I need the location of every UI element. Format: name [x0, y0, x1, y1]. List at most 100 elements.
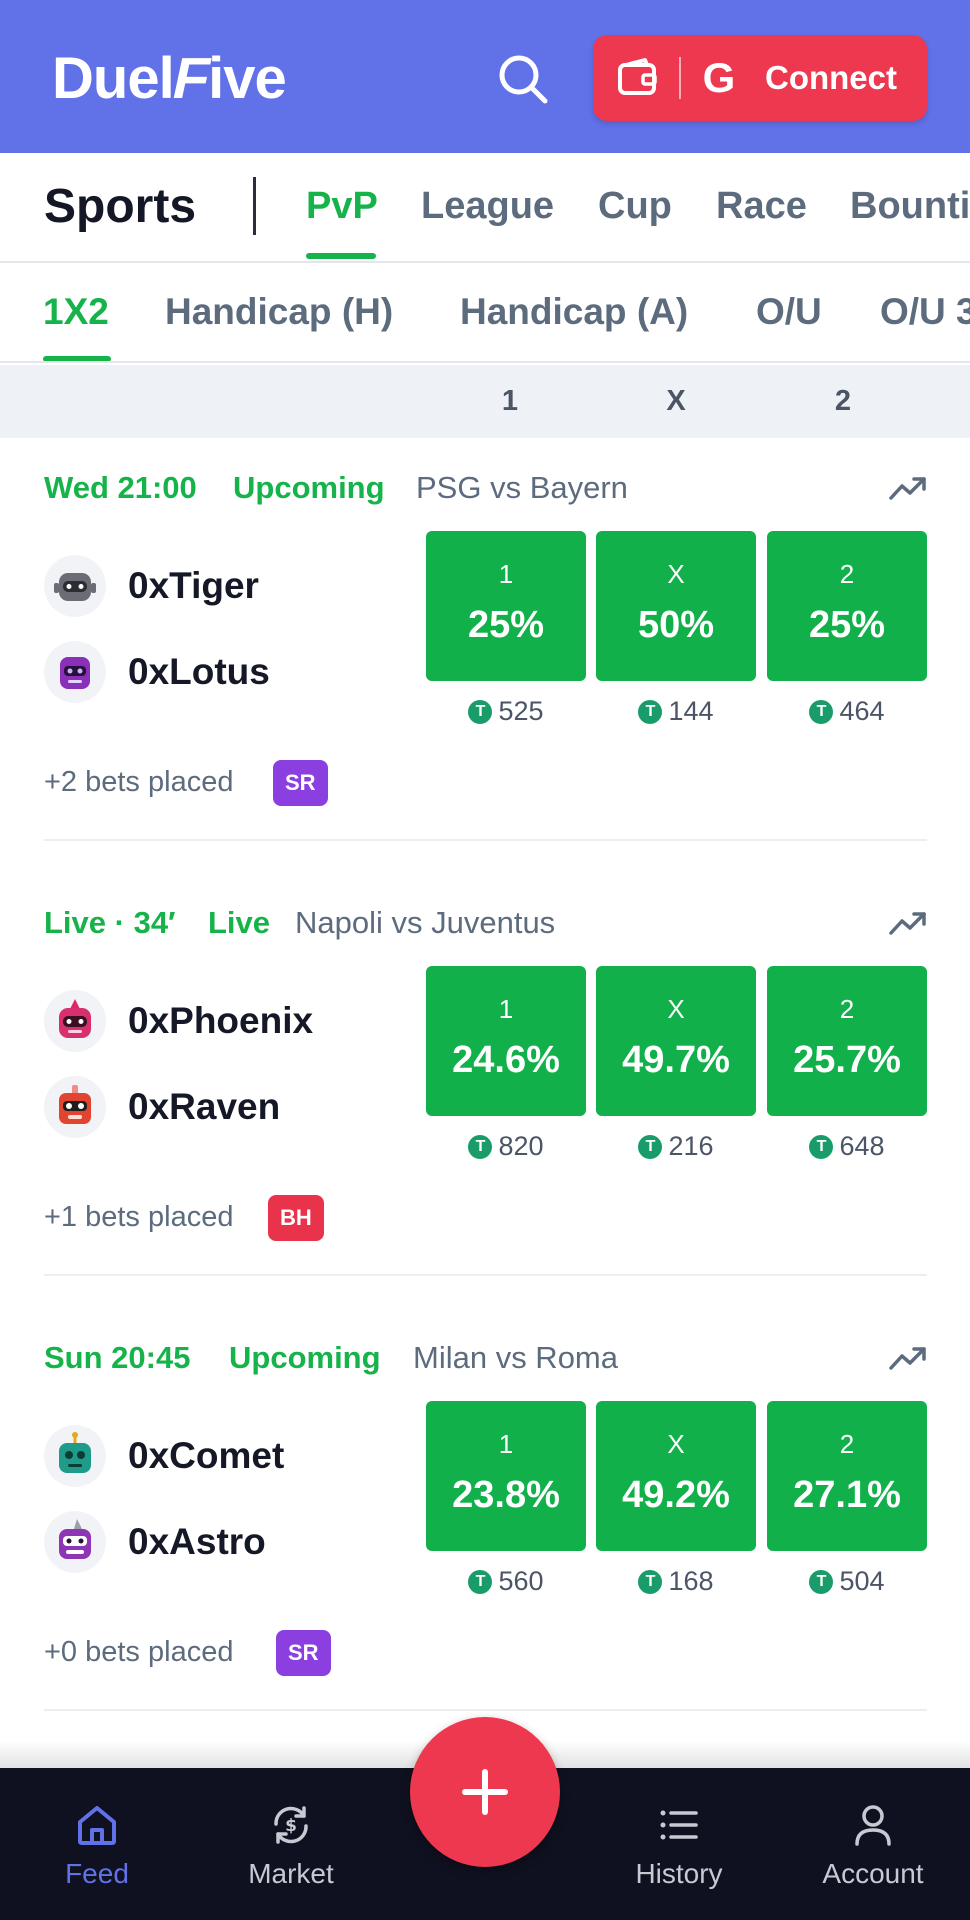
add-button[interactable]	[410, 1717, 560, 1867]
tab-ou[interactable]: O/U	[756, 291, 822, 333]
active-market-indicator	[43, 356, 111, 361]
search-icon[interactable]	[496, 52, 550, 106]
match-card[interactable]: Sun 20:45 Upcoming Milan vs Roma 0xComet…	[0, 1308, 970, 1743]
nav-history[interactable]: History	[599, 1802, 759, 1890]
match-state: Live	[208, 905, 271, 940]
player-row[interactable]: 0xComet	[44, 1424, 284, 1488]
stake-amount: T 504	[767, 1566, 927, 1597]
odds-button[interactable]: 1 25%	[426, 531, 586, 681]
svg-text:$: $	[285, 1816, 297, 1836]
player-row[interactable]: 0xAstro	[44, 1510, 266, 1574]
provider-badge: BH	[268, 1195, 324, 1241]
trending-icon[interactable]	[888, 905, 928, 941]
stake-amount: T 144	[596, 696, 756, 727]
connect-label: Connect	[765, 59, 897, 96]
tab-bounties[interactable]: Bounti	[850, 185, 970, 228]
plus-icon	[462, 1769, 508, 1815]
robot-avatar-icon	[44, 1511, 106, 1573]
tether-coin-icon: T	[809, 699, 834, 724]
column-2: 2	[834, 385, 852, 417]
player-name: 0xRaven	[128, 1086, 281, 1127]
stake-amount: T 648	[767, 1131, 927, 1162]
match-state: Upcoming	[233, 470, 385, 505]
trending-icon[interactable]	[888, 1340, 928, 1376]
match-card[interactable]: Wed 21:00 Upcoming PSG vs Bayern 0xTiger…	[0, 438, 970, 873]
app-header: Duel Five G Connect	[0, 0, 970, 153]
tab-race[interactable]: Race	[716, 185, 807, 228]
tether-coin-icon: T	[809, 1569, 834, 1594]
tether-coin-icon: T	[638, 1134, 663, 1159]
connect-button[interactable]: G Connect	[593, 35, 927, 121]
robot-avatar-icon	[44, 1076, 106, 1138]
bets-placed: +2 bets placed	[44, 766, 234, 798]
match-teams: Milan vs Roma	[413, 1340, 618, 1375]
bets-placed: +0 bets placed	[44, 1636, 234, 1668]
connect-separator	[679, 57, 681, 99]
player-name: 0xLotus	[128, 651, 270, 692]
match-card[interactable]: Live · 34′ Live Napoli vs Juventus 0xPho…	[0, 873, 970, 1308]
market-tabs: 1X2 Handicap (H) Handicap (A) O/U O/U 3	[0, 265, 970, 363]
column-1: 1	[501, 385, 519, 417]
robot-avatar-icon	[44, 990, 106, 1052]
player-name: 0xComet	[128, 1435, 285, 1476]
player-row[interactable]: 0xLotus	[44, 640, 270, 704]
odds-button[interactable]: 1 24.6%	[426, 966, 586, 1116]
nav-account[interactable]: Account	[793, 1802, 953, 1890]
player-row[interactable]: 0xRaven	[44, 1075, 280, 1139]
odds-button[interactable]: X 49.7%	[596, 966, 756, 1116]
category-tabs: Sports PvP League Cup Race Bounti	[0, 153, 970, 263]
stake-amount: T 168	[596, 1566, 756, 1597]
player-row[interactable]: 0xPhoenix	[44, 989, 313, 1053]
match-time: Live · 34′	[44, 905, 176, 940]
card-divider	[44, 1709, 927, 1711]
odds-button[interactable]: X 50%	[596, 531, 756, 681]
stake-amount: T 464	[767, 696, 927, 727]
card-divider	[44, 1274, 927, 1276]
tab-league[interactable]: League	[421, 185, 554, 228]
provider-badge: SR	[276, 1630, 331, 1676]
card-divider	[44, 839, 927, 841]
odds-button[interactable]: 2 27.1%	[767, 1401, 927, 1551]
player-row[interactable]: 0xTiger	[44, 554, 259, 618]
tab-ou-3[interactable]: O/U 3	[880, 291, 970, 333]
match-state: Upcoming	[229, 1340, 381, 1375]
user-icon	[855, 1805, 891, 1846]
bets-placed: +1 bets placed	[44, 1201, 234, 1233]
tether-coin-icon: T	[638, 699, 663, 724]
tab-pvp[interactable]: PvP	[306, 185, 378, 228]
list-icon	[660, 1810, 698, 1840]
odds-button[interactable]: 2 25.7%	[767, 966, 927, 1116]
exchange-dollar-icon: $	[274, 1806, 308, 1844]
column-x: X	[666, 385, 686, 417]
duelfive-logo[interactable]: Duel Five	[52, 38, 287, 118]
odds-button[interactable]: 2 25%	[767, 531, 927, 681]
provider-badge: SR	[273, 760, 328, 806]
tab-cup[interactable]: Cup	[598, 185, 672, 228]
nav-market[interactable]: $ Market	[211, 1802, 371, 1890]
nav-feed[interactable]: Feed	[17, 1802, 177, 1890]
odds-column-header: 1 X 2	[0, 365, 970, 438]
player-name: 0xTiger	[128, 565, 259, 606]
tab-handicap-h[interactable]: Handicap (H)	[165, 291, 393, 333]
robot-avatar-icon	[44, 1425, 106, 1487]
tether-coin-icon: T	[468, 1134, 493, 1159]
home-icon	[78, 1806, 116, 1845]
active-tab-indicator	[306, 253, 376, 259]
section-title: Sports	[44, 180, 197, 233]
match-time: Sun 20:45	[44, 1340, 191, 1375]
match-time: Wed 21:00	[44, 470, 197, 505]
wallet-icon	[618, 58, 657, 95]
google-icon: G	[702, 54, 736, 101]
tab-1x2[interactable]: 1X2	[43, 291, 109, 333]
tether-coin-icon: T	[468, 699, 493, 724]
robot-avatar-icon	[44, 555, 106, 617]
tether-coin-icon: T	[809, 1134, 834, 1159]
robot-avatar-icon	[44, 641, 106, 703]
odds-button[interactable]: X 49.2%	[596, 1401, 756, 1551]
tab-handicap-a[interactable]: Handicap (A)	[460, 291, 688, 333]
tether-coin-icon: T	[468, 1569, 493, 1594]
odds-button[interactable]: 1 23.8%	[426, 1401, 586, 1551]
title-divider	[253, 177, 256, 235]
stake-amount: T 525	[426, 696, 586, 727]
trending-icon[interactable]	[888, 470, 928, 506]
